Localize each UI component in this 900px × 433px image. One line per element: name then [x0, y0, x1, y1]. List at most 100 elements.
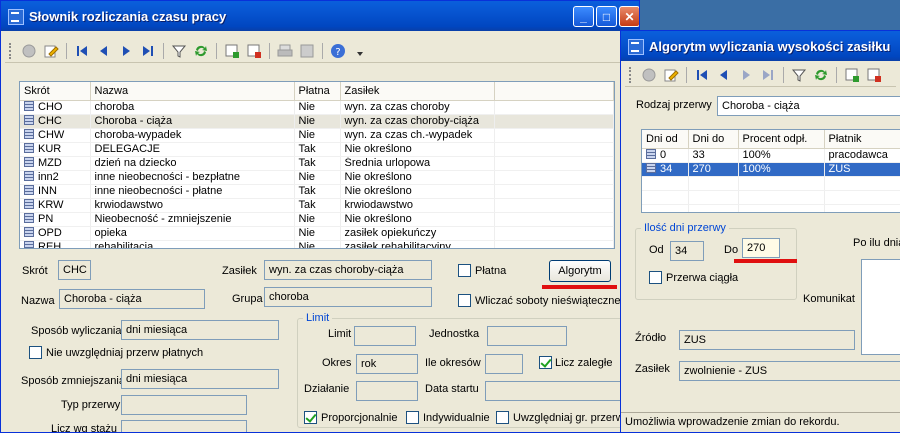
- column-header-dni-od[interactable]: Dni od: [642, 130, 689, 149]
- nie-uwzgledniaj-checkbox[interactable]: [29, 346, 42, 359]
- table-row[interactable]: PN Nieobecność - zmniejszenie Nie Nie okreś…: [20, 212, 614, 227]
- row-grid-icon: [24, 101, 34, 111]
- filter-icon[interactable]: [789, 65, 809, 85]
- prev-record-icon[interactable]: [714, 65, 734, 85]
- cell-text: zasiłek rehabilitacyjny: [344, 241, 451, 249]
- filter-icon[interactable]: [169, 41, 189, 61]
- grupa-field[interactable]: choroba: [264, 287, 432, 307]
- licz-wg-stazu-field[interactable]: [121, 420, 247, 432]
- jednostka-field[interactable]: [487, 326, 567, 346]
- table-cell: krwiodawstwo: [90, 198, 295, 213]
- column-header-platnik[interactable]: Płatnik: [824, 130, 900, 149]
- skrot-field[interactable]: CHC: [58, 260, 91, 280]
- disabled-icon[interactable]: [19, 41, 39, 61]
- toolbar: [625, 63, 896, 87]
- przerwa-ciagla-checkbox[interactable]: [649, 271, 662, 284]
- column-header-zasilek[interactable]: Zasiłek: [340, 82, 495, 101]
- algorithm-grid[interactable]: Dni od Dni do Procent odpł. Płatnik 0 33 1…: [641, 129, 900, 213]
- ile-okresow-field[interactable]: [485, 354, 523, 374]
- licz-zalegle-checkbox[interactable]: [539, 356, 552, 369]
- sposob-wyliczania-field[interactable]: dni miesiąca: [121, 320, 279, 340]
- last-record-icon[interactable]: [758, 65, 778, 85]
- disabled-icon[interactable]: [639, 65, 659, 85]
- rodzaj-przerwy-field[interactable]: Choroba - ciąża: [717, 96, 900, 116]
- table-row[interactable]: 34 270 100% ZUS: [642, 162, 900, 177]
- records-grid[interactable]: Skrót Nazwa Płatna Zasiłek CHO choroba Nie…: [19, 81, 615, 249]
- column-header-skrot[interactable]: Skrót: [20, 82, 91, 101]
- table-cell: wyn. za czas ch.-wypadek: [340, 128, 495, 143]
- nazwa-field[interactable]: Choroba - ciąża: [59, 289, 205, 309]
- table-row[interactable]: CHO choroba Nie wyn. za czas choroby: [20, 100, 614, 115]
- export-icon[interactable]: [297, 41, 317, 61]
- table-row[interactable]: MZD dzień na dziecko Tak Średnia urlopowa: [20, 156, 614, 171]
- indywidualnie-checkbox[interactable]: [406, 411, 419, 424]
- table-row[interactable]: inn2 inne nieobecności - bezpłatne Nie Nie …: [20, 170, 614, 185]
- minimize-button[interactable]: _: [573, 6, 594, 27]
- table-cell: CHO: [20, 100, 91, 115]
- column-header-platna[interactable]: Płatna: [294, 82, 341, 101]
- table-cell: [494, 240, 614, 248]
- do-field[interactable]: 270: [742, 238, 780, 258]
- first-record-icon[interactable]: [692, 65, 712, 85]
- table-cell: choroba-wypadek: [90, 128, 295, 143]
- close-button[interactable]: ✕: [619, 6, 639, 27]
- table-row[interactable]: CHW choroba-wypadek Nie wyn. za czas ch.-wy…: [20, 128, 614, 143]
- dzialanie-field[interactable]: [356, 381, 418, 401]
- table-row[interactable]: KUR DELEGACJE Tak Nie określono: [20, 142, 614, 157]
- platna-checkbox[interactable]: [458, 264, 471, 277]
- zrodlo-field[interactable]: ZUS: [679, 330, 855, 350]
- table-row[interactable]: REH rehabilitacja Nie zasiłek rehabilitacyj…: [20, 240, 614, 249]
- komunikat-field[interactable]: [861, 259, 900, 355]
- delete-record-icon[interactable]: [244, 41, 264, 61]
- okres-field[interactable]: rok: [356, 354, 418, 374]
- sposob-zmniejszania-field[interactable]: dni miesiąca: [121, 369, 279, 389]
- cell-text: Nie: [298, 115, 316, 127]
- data-startu-field[interactable]: [485, 381, 625, 401]
- table-cell: CHC: [20, 114, 91, 129]
- first-record-icon[interactable]: [72, 41, 92, 61]
- uwzgledniaj-gr-checkbox[interactable]: [496, 411, 509, 424]
- add-record-icon[interactable]: [842, 65, 862, 85]
- wliczac-soboty-checkbox[interactable]: [458, 294, 471, 307]
- cell-text: inne nieobecności - bezpłatne: [94, 171, 241, 183]
- table-cell: Nie określono: [340, 142, 495, 157]
- refresh-icon[interactable]: [191, 41, 211, 61]
- limit-field[interactable]: [354, 326, 416, 346]
- toolbar-overflow-icon[interactable]: [350, 41, 370, 61]
- table-row[interactable]: 0 33 100% pracodawca: [642, 148, 900, 163]
- column-header-dni-do[interactable]: Dni do: [688, 130, 739, 149]
- zasilek-field[interactable]: zwolnienie - ZUS: [679, 361, 900, 381]
- help-icon[interactable]: ?: [328, 41, 348, 61]
- table-row[interactable]: CHC Choroba - ciąża Nie wyn. za czas chorob…: [20, 114, 614, 129]
- zasilek-field[interactable]: wyn. za czas choroby-ciąża: [264, 260, 432, 280]
- proporcjonalnie-checkbox[interactable]: [304, 411, 317, 424]
- typ-przerwy-field[interactable]: [121, 395, 247, 415]
- cell-text: krwiodawstwo: [94, 199, 163, 211]
- table-row[interactable]: OPD opieka Nie zasiłek opiekuńczy: [20, 226, 614, 241]
- next-record-icon[interactable]: [736, 65, 756, 85]
- add-record-icon[interactable]: [222, 41, 242, 61]
- next-record-icon[interactable]: [116, 41, 136, 61]
- table-cell: wyn. za czas choroby-ciąża: [340, 114, 495, 129]
- table-row[interactable]: INN inne nieobecności - płatne Tak Nie okre…: [20, 184, 614, 199]
- last-record-icon[interactable]: [138, 41, 158, 61]
- column-header-procent[interactable]: Procent odpł.: [738, 130, 825, 149]
- prev-record-icon[interactable]: [94, 41, 114, 61]
- edit-icon[interactable]: [661, 65, 681, 85]
- table-cell: [642, 190, 689, 205]
- table-row[interactable]: KRW krwiodawstwo Tak krwiodawstwo: [20, 198, 614, 213]
- refresh-icon[interactable]: [811, 65, 831, 85]
- cell-text: INN: [38, 185, 57, 197]
- maximize-button[interactable]: □: [596, 6, 617, 27]
- column-header-empty: [494, 82, 614, 101]
- cell-text: 100%: [742, 163, 771, 175]
- edit-icon[interactable]: [41, 41, 61, 61]
- toolbar-grip-icon: [9, 42, 13, 59]
- app-icon: [627, 38, 644, 55]
- od-field[interactable]: 34: [670, 241, 704, 261]
- algorytm-button[interactable]: Algorytm: [549, 260, 611, 282]
- print-icon[interactable]: [275, 41, 295, 61]
- column-header-nazwa[interactable]: Nazwa: [90, 82, 295, 101]
- toolbar-separator: [66, 42, 67, 59]
- delete-record-icon[interactable]: [864, 65, 884, 85]
